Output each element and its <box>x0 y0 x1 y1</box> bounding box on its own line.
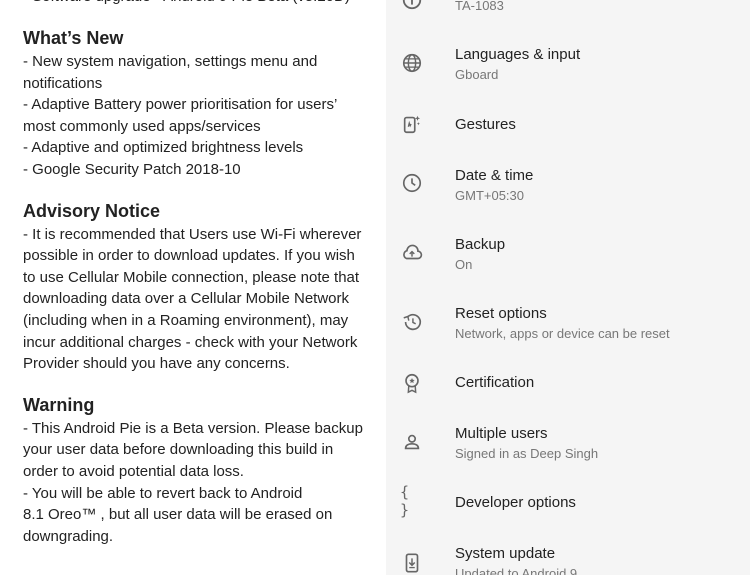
section-line: - Google Security Patch 2018-10 <box>23 160 241 178</box>
system-update-icon <box>400 551 424 575</box>
settings-item-title: Developer options <box>455 494 576 511</box>
clock-icon <box>400 171 424 195</box>
section-line: - You will be able to revert back to And… <box>23 484 303 502</box>
release-notes-cut-line: - Software upgrade - Android 9 Pie Beta … <box>23 0 368 8</box>
section-line: order to avoid potential data loss. <box>23 462 244 480</box>
cloud-upload-icon <box>400 241 424 265</box>
section-line: downloading data over a Cellular Mobile … <box>23 290 350 308</box>
section-line: - New system navigation, settings menu a… <box>23 53 318 70</box>
settings-item-title: Reset options <box>455 305 547 322</box>
settings-item-developer-options[interactable]: { } Developer options <box>386 473 750 533</box>
settings-item-certification[interactable]: Certification <box>386 353 750 413</box>
section-line: downgrading. <box>23 527 114 545</box>
settings-item-subtitle: GMT+05:30 <box>455 188 525 203</box>
settings-item-subtitle: Network, apps or device can be reset <box>455 326 670 341</box>
gestures-icon <box>400 112 424 136</box>
release-notes-panel: - Software upgrade - Android 9 Pie Beta … <box>0 0 386 575</box>
section-line: - Adaptive Battery power prioritisation … <box>23 96 338 114</box>
certification-icon <box>400 371 424 395</box>
settings-item-system-update[interactable]: System update Updated to Android 9 <box>386 533 750 575</box>
section-line: 8.1 Oreo™ , but all user data will be er… <box>23 506 333 524</box>
settings-item-subtitle: On <box>455 257 473 272</box>
section-line: your user data before downloading this b… <box>23 441 334 459</box>
section-title-advisory-notice: Advisory Notice <box>23 200 161 221</box>
settings-item-title: Date & time <box>455 167 534 184</box>
settings-item-multiple-users[interactable]: Multiple users Signed in as Deep Singh <box>386 413 750 473</box>
section-line: incur additional charges - check with yo… <box>23 333 358 351</box>
settings-item-subtitle: TA-1083 <box>455 0 504 13</box>
section-line: notifications <box>23 74 103 92</box>
settings-item-subtitle: Updated to Android 9 <box>455 566 578 575</box>
settings-item-subtitle: Gboard <box>455 67 499 82</box>
info-icon <box>400 0 424 12</box>
section-line: - Adaptive and optimized brightness leve… <box>23 139 304 157</box>
section-line: Provider should you have any concerns. <box>23 355 290 373</box>
settings-item-title: System update <box>455 545 556 562</box>
section-line: - This Android Pie is a Beta version. Pl… <box>23 419 363 437</box>
settings-list: TA-1083 Languages & input Gboard Gesture… <box>386 0 750 575</box>
settings-item-gestures[interactable]: Gestures <box>386 94 750 154</box>
settings-item-title: Languages & input <box>455 46 581 63</box>
settings-item-subtitle: Signed in as Deep Singh <box>455 446 599 461</box>
section-line: to use Cellular Mobile connection, pleas… <box>23 268 360 286</box>
settings-item-title: Certification <box>455 374 535 391</box>
section-title-warning: Warning <box>23 394 95 415</box>
settings-item-title: Backup <box>455 236 506 253</box>
section-line: - It is recommended that Users use Wi-Fi… <box>23 225 362 243</box>
section-line: most commonly used apps/services <box>23 117 261 135</box>
settings-item-about-phone[interactable]: TA-1083 <box>386 0 750 30</box>
settings-item-title: Multiple users <box>455 425 548 442</box>
person-icon <box>400 430 424 454</box>
settings-item-title: Gestures <box>455 116 516 133</box>
section-title-whats-new: What’s New <box>23 28 124 48</box>
section-line: possible in order to download updates. I… <box>23 247 355 265</box>
code-braces-icon: { } <box>400 483 410 519</box>
settings-item-backup[interactable]: Backup On <box>386 224 750 284</box>
restore-icon <box>400 310 424 334</box>
section-line: (including when in a Roaming environment… <box>23 311 349 329</box>
settings-item-date-time[interactable]: Date & time GMT+05:30 <box>386 155 750 215</box>
globe-icon <box>400 51 424 75</box>
settings-item-reset-options[interactable]: Reset options Network, apps or device ca… <box>386 293 750 353</box>
settings-item-languages-input[interactable]: Languages & input Gboard <box>386 33 750 93</box>
